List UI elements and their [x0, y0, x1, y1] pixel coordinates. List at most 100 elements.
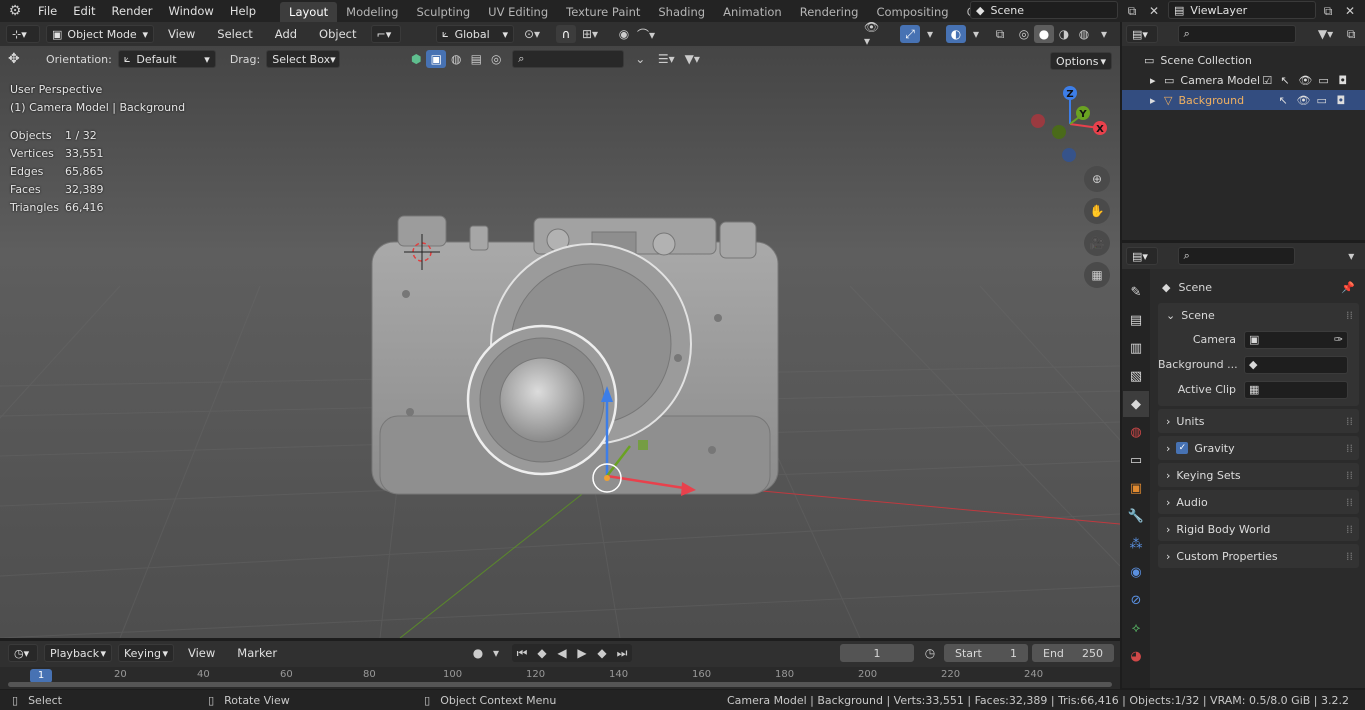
units-panel[interactable]: › Units ⁞⁞ — [1158, 409, 1359, 433]
next-keyframe-icon[interactable]: ◆ — [592, 644, 612, 662]
modifier-tab-icon[interactable]: 🔧 — [1123, 503, 1149, 529]
world-filter-icon[interactable]: ◎ — [486, 50, 506, 68]
properties-options-icon[interactable]: ▾ — [1341, 247, 1361, 265]
collection-tab-icon[interactable]: ▭ — [1123, 447, 1149, 473]
play-reverse-icon[interactable]: ◀ — [552, 644, 572, 662]
gizmo-menu-icon[interactable]: ▾ — [920, 25, 940, 43]
3d-viewport[interactable]: ✥ Orientation: ⟀ Default ▾ Drag: Select … — [0, 46, 1120, 638]
xray-toggle-icon[interactable]: ⧉ — [990, 25, 1010, 43]
drag-handle-icon[interactable]: ⁞⁞ — [1346, 309, 1353, 322]
tab-texture-paint[interactable]: Texture Paint — [557, 2, 649, 22]
drag-handle-icon[interactable]: ⁞⁞ — [1346, 523, 1353, 536]
timeline-editor-type-icon[interactable]: ◷▾ — [8, 644, 38, 662]
options-button[interactable]: Options ▾ — [1050, 52, 1112, 70]
navigation-gizmo[interactable]: Z X Y — [1026, 82, 1116, 172]
keying-sets-panel[interactable]: › Keying Sets ⁞⁞ — [1158, 463, 1359, 487]
funnel-filter-icon[interactable]: ▼▾ — [682, 50, 702, 68]
light-filter-icon[interactable]: ◍ — [446, 50, 466, 68]
eye-icon[interactable]: 👁 — [1298, 74, 1318, 87]
delete-scene-icon[interactable]: ✕ — [1144, 2, 1164, 20]
menu-view[interactable]: View — [180, 642, 223, 664]
drag-handle-icon[interactable]: ⁞⁞ — [1346, 469, 1353, 482]
object-tab-icon[interactable]: ▣ — [1123, 475, 1149, 501]
keying-menu[interactable]: Keying ▾ — [118, 644, 174, 662]
eye-icon[interactable]: 👁 — [1296, 94, 1316, 107]
tab-shading[interactable]: Shading — [649, 2, 714, 22]
expand-arrow-icon[interactable]: ▸ — [1150, 74, 1164, 87]
outliner-root-row[interactable]: ▭ Scene Collection — [1122, 50, 1365, 70]
active-clip-field[interactable]: ▦ — [1244, 380, 1348, 399]
material-shading-icon[interactable]: ◑ — [1054, 25, 1074, 43]
tab-layout[interactable]: Layout — [280, 2, 338, 22]
pan-hand-icon[interactable]: ✋ — [1084, 198, 1110, 224]
monitor-icon[interactable]: ▭ — [1316, 94, 1336, 107]
start-frame-field[interactable]: Start 1 — [944, 644, 1028, 662]
tool-tab-icon[interactable]: ✎ — [1123, 279, 1149, 305]
camera-view-icon[interactable]: 🎥 — [1084, 230, 1110, 256]
gizmo-toggle-icon[interactable]: ⤢ — [900, 25, 920, 43]
tab-compositing[interactable]: Compositing — [867, 2, 957, 22]
record-button-icon[interactable]: ● — [468, 644, 488, 662]
scene-panel-header[interactable]: ⌄ Scene ⁞⁞ — [1158, 303, 1359, 327]
select-arrow-icon[interactable]: ↖ — [1278, 94, 1296, 107]
rigid-body-world-panel[interactable]: › Rigid Body World ⁞⁞ — [1158, 517, 1359, 541]
blender-logo-icon[interactable]: ⚙ — [0, 2, 30, 20]
menu-object[interactable]: Object — [311, 23, 364, 45]
material-tab-icon[interactable]: ◕ — [1123, 643, 1149, 669]
menu-render[interactable]: Render — [104, 0, 161, 22]
tab-sculpting[interactable]: Sculpting — [407, 2, 479, 22]
outliner-search-input[interactable]: ⌕ — [1177, 25, 1296, 43]
tab-modeling[interactable]: Modeling — [337, 2, 407, 22]
new-collection-icon[interactable]: ⧉ — [1341, 25, 1361, 43]
background-scene-field[interactable]: ◆ — [1244, 355, 1348, 374]
mode-selector[interactable]: ▣ Object Mode ▾ — [46, 25, 154, 43]
menu-add[interactable]: Add — [267, 23, 305, 45]
properties-editor-type-icon[interactable]: ▤▾ — [1126, 247, 1158, 265]
tab-uv-editing[interactable]: UV Editing — [479, 2, 557, 22]
filter-mode-icon[interactable]: ⌄ — [630, 50, 650, 68]
drag-handle-icon[interactable]: ⁞⁞ — [1346, 415, 1353, 428]
filter-icon[interactable]: ▼▾ — [1316, 25, 1336, 43]
current-frame-field[interactable]: 1 — [840, 644, 914, 662]
menu-edit[interactable]: Edit — [65, 0, 103, 22]
prev-keyframe-icon[interactable]: ◆ — [532, 644, 552, 662]
data-tab-icon[interactable]: ⟡ — [1123, 615, 1149, 641]
camera-render-icon[interactable]: ◘ — [1338, 74, 1356, 87]
snap-target-icon[interactable]: ⊞▾ — [580, 25, 600, 43]
ortho-toggle-icon[interactable]: ▦ — [1084, 262, 1110, 288]
camera-render-icon[interactable]: ◘ — [1336, 94, 1354, 107]
outliner-item-background[interactable]: ▸ ▽ Background ↖ 👁 ▭ ◘ — [1122, 90, 1365, 110]
delete-view-layer-icon[interactable]: ✕ — [1340, 2, 1360, 20]
scene-tab-icon[interactable]: ◆ — [1123, 391, 1149, 417]
tab-rendering[interactable]: Rendering — [791, 2, 868, 22]
view-layer-selector[interactable]: ▤ ViewLayer — [1168, 1, 1316, 19]
auto-key-menu-icon[interactable]: ▾ — [486, 644, 506, 662]
neg-x-axis-handle[interactable] — [1031, 114, 1045, 128]
drag-handle-icon[interactable]: ⁞⁞ — [1346, 496, 1353, 509]
drag-handle-icon[interactable]: ⁞⁞ — [1346, 550, 1353, 563]
sort-menu-icon[interactable]: ☰▾ — [656, 50, 676, 68]
menu-file[interactable]: File — [30, 0, 65, 22]
menu-help[interactable]: Help — [222, 0, 264, 22]
scene-selector[interactable]: ◆ Scene — [970, 1, 1118, 19]
orientation-dropdown[interactable]: ⟀ Default ▾ — [117, 50, 216, 68]
menu-select[interactable]: Select — [209, 23, 260, 45]
falloff-icon[interactable]: ⌒▾ — [636, 25, 656, 43]
outliner-editor-type-icon[interactable]: ▤▾ — [1126, 25, 1158, 43]
end-frame-field[interactable]: End 250 — [1032, 644, 1114, 662]
transform-orientation-dropdown[interactable]: ⟀ Global ▾ — [436, 25, 514, 43]
wireframe-shading-icon[interactable]: ◎ — [1014, 25, 1034, 43]
zoom-icon[interactable]: ⊕ — [1084, 166, 1110, 192]
viewport-search-input[interactable]: ⌕ — [512, 50, 625, 68]
gravity-checkbox[interactable]: ✓ — [1176, 442, 1189, 454]
menu-view[interactable]: View — [160, 23, 203, 45]
drag-handle-icon[interactable]: ⁞⁞ — [1346, 442, 1353, 455]
solid-shading-icon[interactable]: ● — [1034, 25, 1054, 43]
timeline-ruler[interactable]: 1 20 40 60 80 100 120 140 160 180 200 22… — [0, 667, 1120, 689]
audio-panel[interactable]: › Audio ⁞⁞ — [1158, 490, 1359, 514]
visibility-icon[interactable]: 👁▾ — [864, 20, 884, 48]
snap-toggle-icon[interactable]: ∩ — [556, 25, 576, 43]
overlay-toggle-icon[interactable]: ◐ — [946, 25, 966, 43]
playhead-frame[interactable]: 1 — [30, 669, 52, 683]
properties-search-input[interactable]: ⌕ — [1177, 247, 1296, 265]
